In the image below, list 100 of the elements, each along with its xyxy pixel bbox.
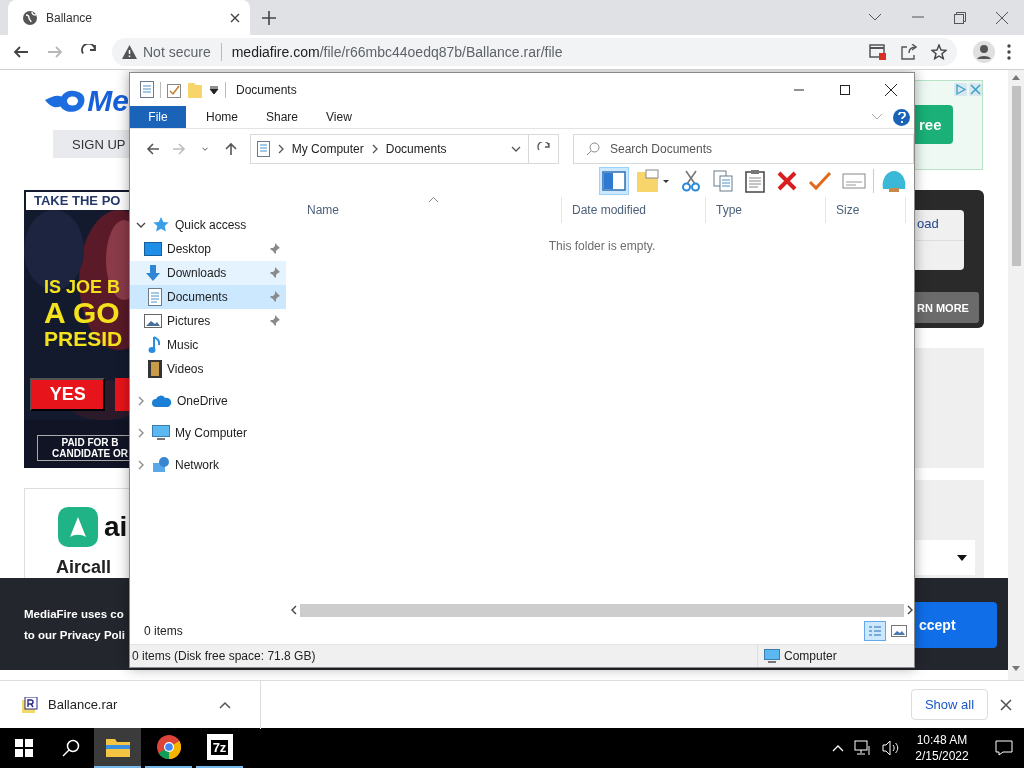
pin-icon[interactable] bbox=[268, 315, 280, 327]
preview-pane-button[interactable] bbox=[599, 167, 629, 195]
shell-icon bbox=[881, 169, 907, 193]
help-button[interactable] bbox=[893, 108, 910, 126]
profile-icon[interactable] bbox=[973, 41, 995, 63]
close-icon[interactable] bbox=[885, 83, 897, 96]
properties-icon[interactable] bbox=[167, 81, 181, 98]
cross-icon bbox=[777, 171, 797, 191]
close-icon[interactable] bbox=[230, 12, 240, 23]
app-logo-icon: 7z bbox=[206, 734, 233, 760]
explorer-taskbar-button[interactable] bbox=[94, 728, 141, 768]
nav-item[interactable]: OneDrive bbox=[130, 389, 286, 413]
search-icon bbox=[61, 739, 80, 757]
archive-icon bbox=[22, 696, 38, 713]
column-header[interactable]: Size bbox=[826, 197, 906, 223]
clipboard-icon bbox=[745, 169, 765, 193]
sign-up-button[interactable]: SIGN UP bbox=[53, 130, 129, 158]
clock[interactable]: 10:48 AM 2/15/2022 bbox=[910, 732, 974, 764]
ad-headline: IS JOE B bbox=[43, 278, 122, 297]
horizontal-scrollbar[interactable] bbox=[290, 602, 914, 618]
sevenzip-taskbar-button[interactable]: 7z bbox=[196, 728, 243, 768]
nav-item[interactable]: Videos bbox=[130, 357, 286, 381]
column-header[interactable]: Date modified bbox=[562, 197, 706, 223]
address-bar[interactable]: Not secure mediafire.com/file/r66mbc44oedq87b/Ballance.rar/file bbox=[112, 38, 957, 66]
folder-icon bbox=[105, 737, 130, 757]
warning-icon bbox=[122, 45, 137, 59]
cloud-icon bbox=[152, 395, 172, 407]
restore-icon[interactable] bbox=[954, 11, 966, 24]
star-icon[interactable] bbox=[931, 44, 947, 60]
ribbon-tab[interactable]: View bbox=[312, 106, 366, 128]
answer-button[interactable] bbox=[115, 378, 129, 412]
refresh-button[interactable] bbox=[529, 134, 559, 164]
network-icon[interactable] bbox=[854, 740, 872, 756]
nav-item[interactable]: Quick access bbox=[130, 213, 286, 237]
nav-item[interactable]: Documents bbox=[130, 285, 286, 309]
computer-icon bbox=[152, 425, 170, 441]
chevron-icon[interactable] bbox=[136, 220, 146, 230]
learn-more-button[interactable]: RN MORE bbox=[915, 292, 979, 323]
breadcrumb-item[interactable]: My Computer bbox=[291, 142, 364, 156]
file-menu-button[interactable]: File bbox=[130, 106, 186, 128]
nav-item[interactable]: Desktop bbox=[130, 237, 286, 261]
accept-button[interactable]: ccept bbox=[915, 602, 997, 648]
card-icon bbox=[842, 173, 866, 189]
menu-icon[interactable] bbox=[1007, 44, 1011, 60]
pin-icon[interactable] bbox=[268, 291, 280, 303]
status-text: 0 items (Disk free space: 71.8 GB) bbox=[131, 649, 317, 663]
notification-icon[interactable] bbox=[995, 740, 1013, 756]
document-icon[interactable] bbox=[140, 81, 154, 98]
nav-item[interactable]: Music bbox=[130, 333, 286, 357]
document-icon bbox=[256, 141, 270, 157]
windows-logo-icon bbox=[14, 739, 33, 757]
nav-item[interactable]: Pictures bbox=[130, 309, 286, 333]
volume-icon[interactable] bbox=[882, 740, 900, 756]
nav-item[interactable]: Network bbox=[130, 453, 286, 477]
yes-button[interactable]: YES bbox=[30, 378, 106, 412]
scrollbar-thumb[interactable] bbox=[1011, 86, 1021, 266]
question-mark-icon bbox=[897, 111, 906, 123]
copy-icon bbox=[713, 170, 733, 192]
security-label: Not secure bbox=[143, 44, 211, 60]
show-all-button[interactable]: Show all bbox=[911, 689, 988, 720]
maximize-icon[interactable] bbox=[840, 84, 850, 95]
tab-search-icon[interactable] bbox=[868, 11, 882, 22]
share-icon[interactable] bbox=[901, 44, 917, 60]
new-tab-icon[interactable] bbox=[262, 10, 276, 25]
breadcrumb-item[interactable]: Documents bbox=[385, 142, 447, 156]
search-field[interactable]: Search Documents bbox=[573, 134, 914, 164]
customize-icon[interactable] bbox=[209, 84, 219, 95]
document-icon bbox=[148, 288, 162, 306]
arrow-icon bbox=[170, 141, 187, 157]
arrow-icon bbox=[47, 44, 63, 60]
close-icon[interactable] bbox=[1000, 698, 1012, 711]
window-title: Documents bbox=[236, 82, 297, 97]
column-header[interactable]: Type bbox=[706, 197, 826, 223]
popup-blocked-icon[interactable] bbox=[869, 44, 887, 60]
browser-tab[interactable]: Ballance bbox=[8, 0, 250, 35]
download-file-name[interactable]: Ballance.rar bbox=[48, 697, 118, 712]
pin-icon[interactable] bbox=[268, 243, 280, 255]
show-hidden-icons[interactable] bbox=[832, 744, 844, 752]
nav-item[interactable]: Downloads bbox=[130, 261, 286, 285]
dropdown-arrow-icon bbox=[957, 554, 967, 561]
cookie-text: MediaFire uses co bbox=[24, 607, 125, 622]
column-header[interactable]: Name bbox=[297, 197, 562, 223]
scroll-up-icon[interactable] bbox=[1012, 74, 1020, 82]
logo-text: Me bbox=[87, 84, 129, 118]
ribbon-tab[interactable]: Share bbox=[252, 106, 313, 128]
scroll-left-icon[interactable] bbox=[290, 605, 298, 615]
chevron-icon[interactable] bbox=[511, 144, 522, 154]
ribbon-tab[interactable]: Home bbox=[192, 106, 252, 128]
scroll-right-icon[interactable] bbox=[906, 605, 914, 615]
search-icon bbox=[586, 142, 600, 156]
address-field[interactable]: My Computer Documents bbox=[249, 134, 530, 164]
nav-item[interactable]: My Computer bbox=[130, 421, 286, 445]
picture-icon bbox=[144, 314, 162, 328]
scrollbar[interactable] bbox=[1008, 70, 1024, 680]
sort-caret-icon bbox=[429, 197, 438, 202]
caret-icon[interactable] bbox=[219, 700, 231, 709]
cookie-text: to our Privacy Poli bbox=[24, 628, 126, 643]
ad-title: Aircall bbox=[56, 557, 113, 578]
scroll-down-icon[interactable] bbox=[1012, 664, 1020, 672]
pin-icon[interactable] bbox=[268, 267, 280, 279]
